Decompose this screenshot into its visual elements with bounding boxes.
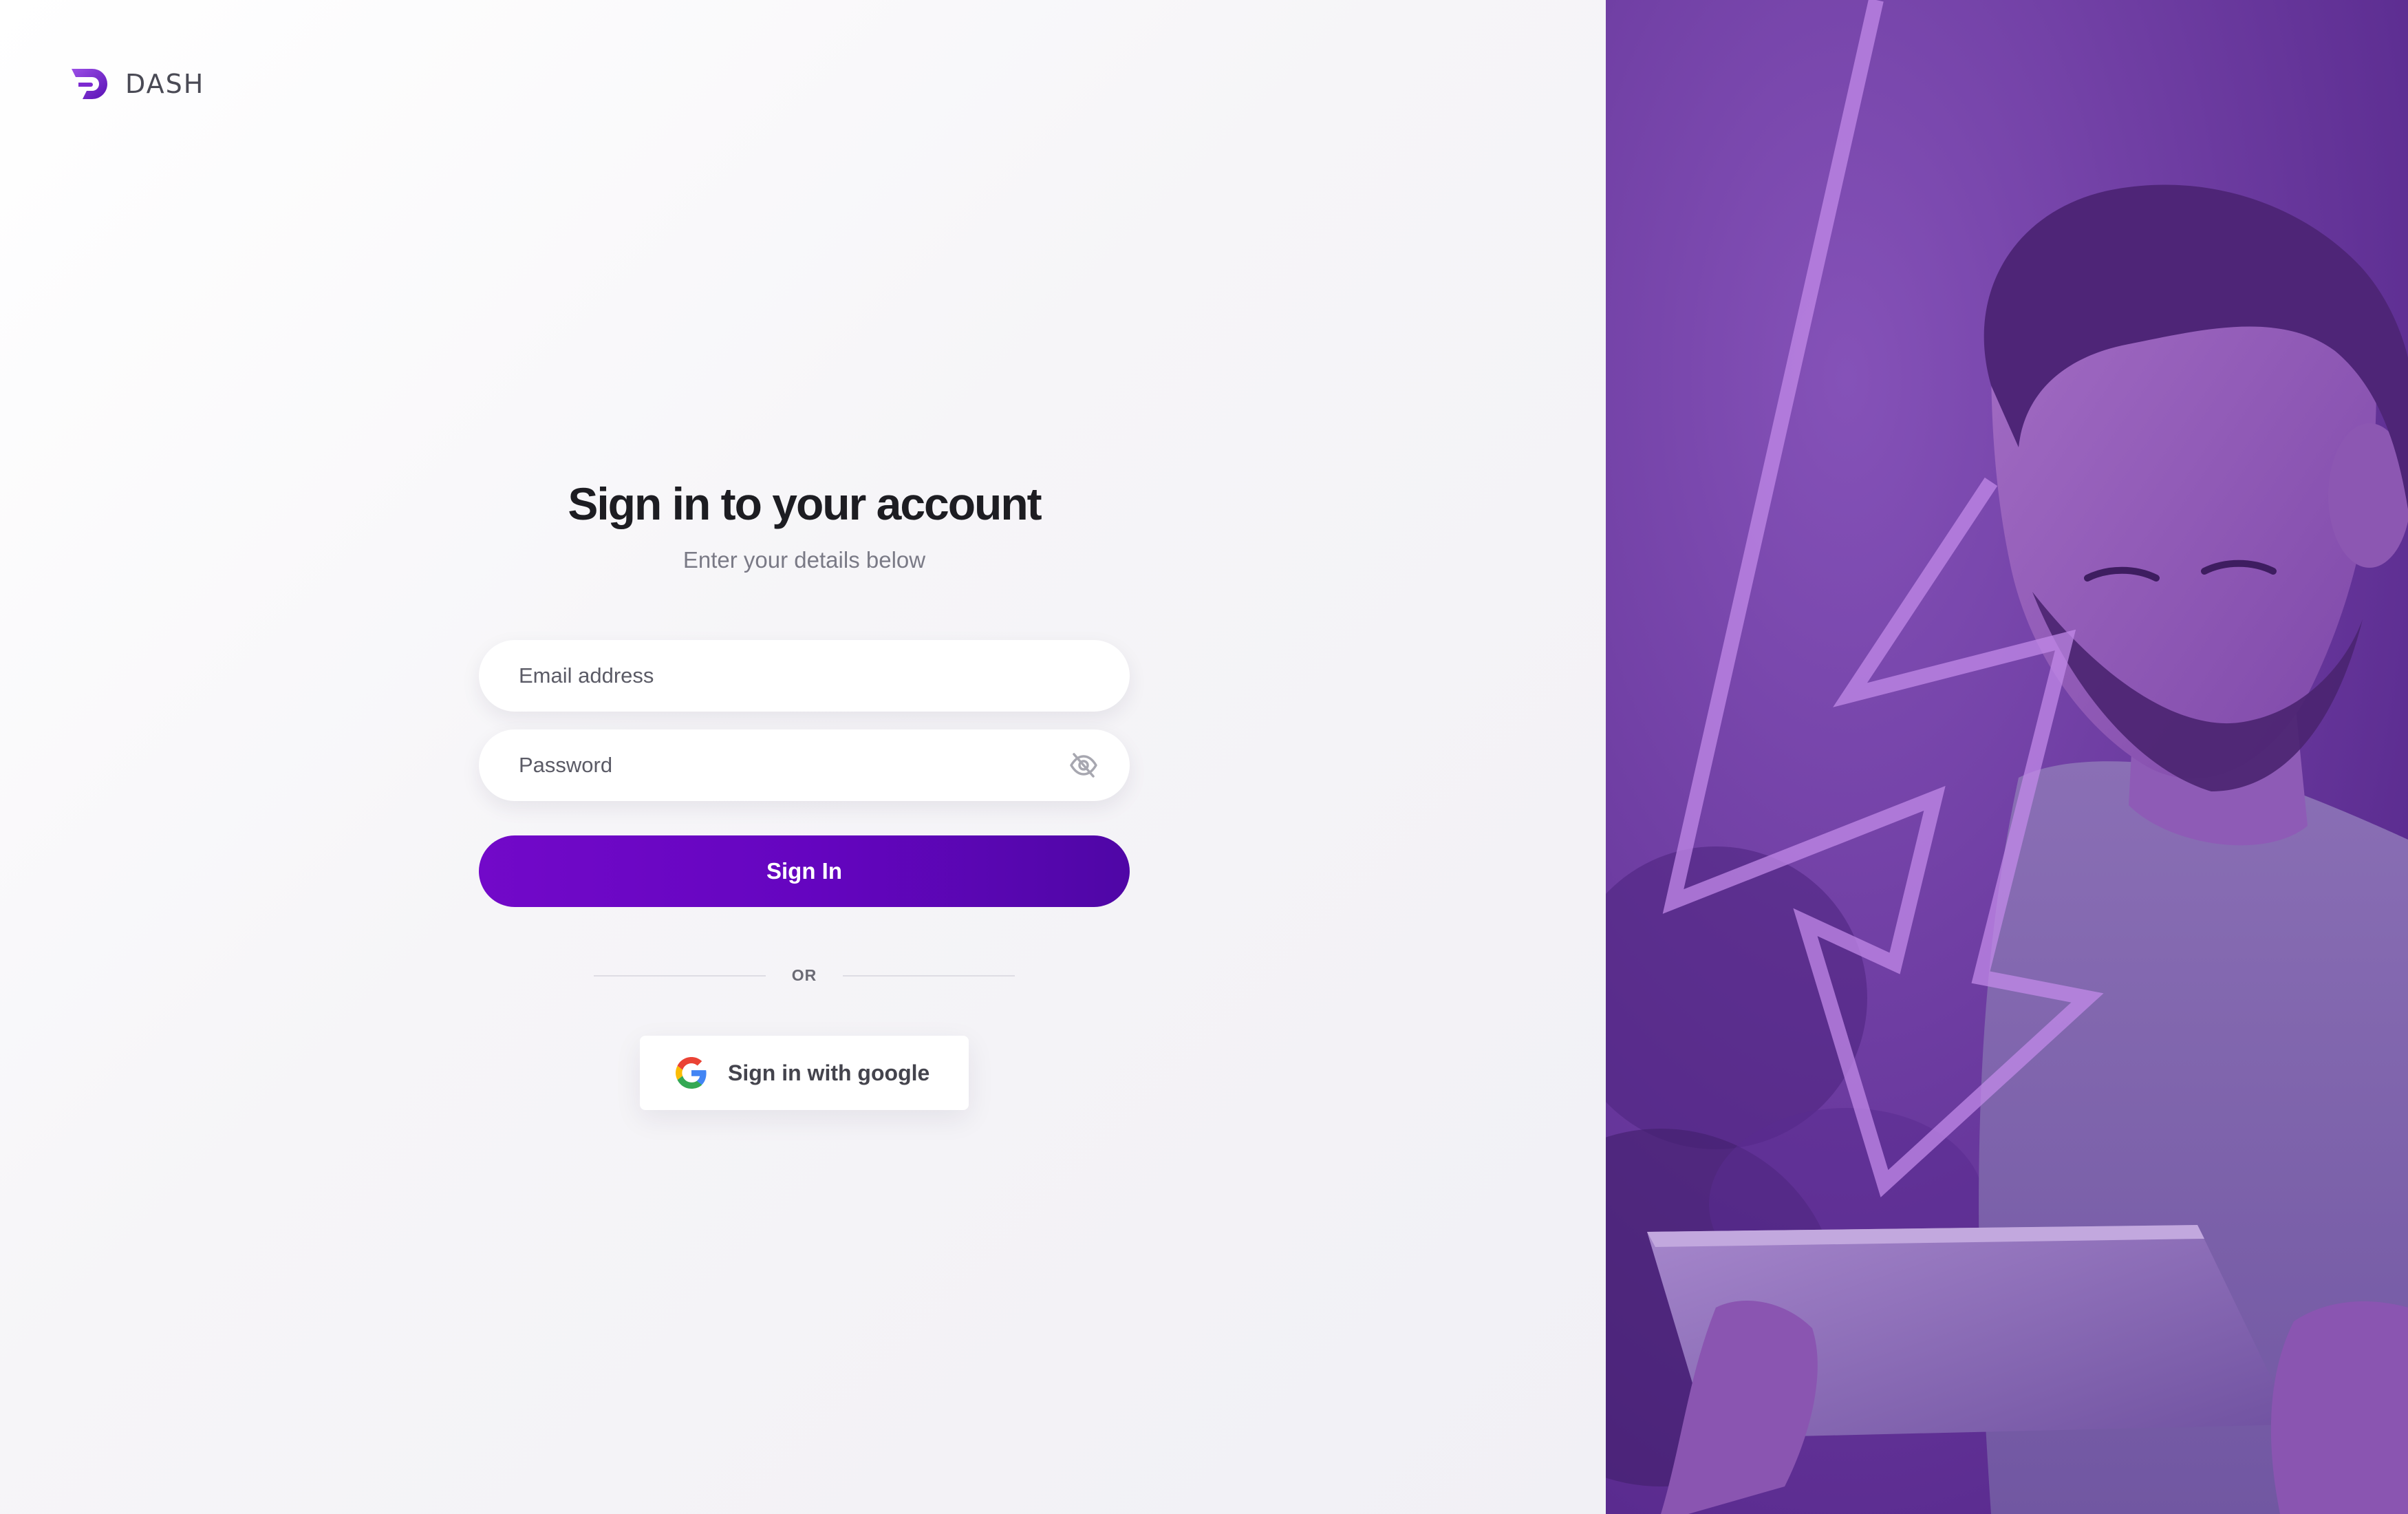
dash-logo-icon bbox=[72, 69, 107, 99]
divider-line-left bbox=[593, 974, 766, 977]
password-field[interactable] bbox=[517, 752, 1091, 778]
hero-panel bbox=[1606, 0, 2408, 1514]
google-icon bbox=[676, 1057, 707, 1089]
hero-photo bbox=[1606, 0, 2408, 1514]
or-label: OR bbox=[791, 966, 817, 984]
sign-in-form: Sign in to your account Enter your detai… bbox=[479, 475, 1130, 1110]
eye-off-icon[interactable] bbox=[1069, 751, 1098, 779]
page-subtitle: Enter your details below bbox=[682, 547, 926, 573]
google-sign-in-button[interactable]: Sign in with google bbox=[640, 1036, 969, 1110]
email-field[interactable] bbox=[517, 663, 1091, 689]
sign-in-panel: DASH Sign in to your account Enter your … bbox=[0, 0, 1606, 1514]
sign-in-page: DASH Sign in to your account Enter your … bbox=[0, 0, 2408, 1514]
brand-logo[interactable]: DASH bbox=[69, 66, 204, 102]
google-sign-in-label: Sign in with google bbox=[728, 1060, 930, 1085]
email-field-wrapper bbox=[479, 640, 1130, 712]
sign-in-button[interactable]: Sign In bbox=[479, 835, 1130, 907]
or-divider: OR bbox=[593, 966, 1015, 985]
divider-line-right bbox=[843, 974, 1015, 977]
page-title: Sign in to your account bbox=[568, 478, 1042, 529]
brand-name: DASH bbox=[125, 69, 205, 99]
password-field-wrapper bbox=[479, 729, 1130, 801]
